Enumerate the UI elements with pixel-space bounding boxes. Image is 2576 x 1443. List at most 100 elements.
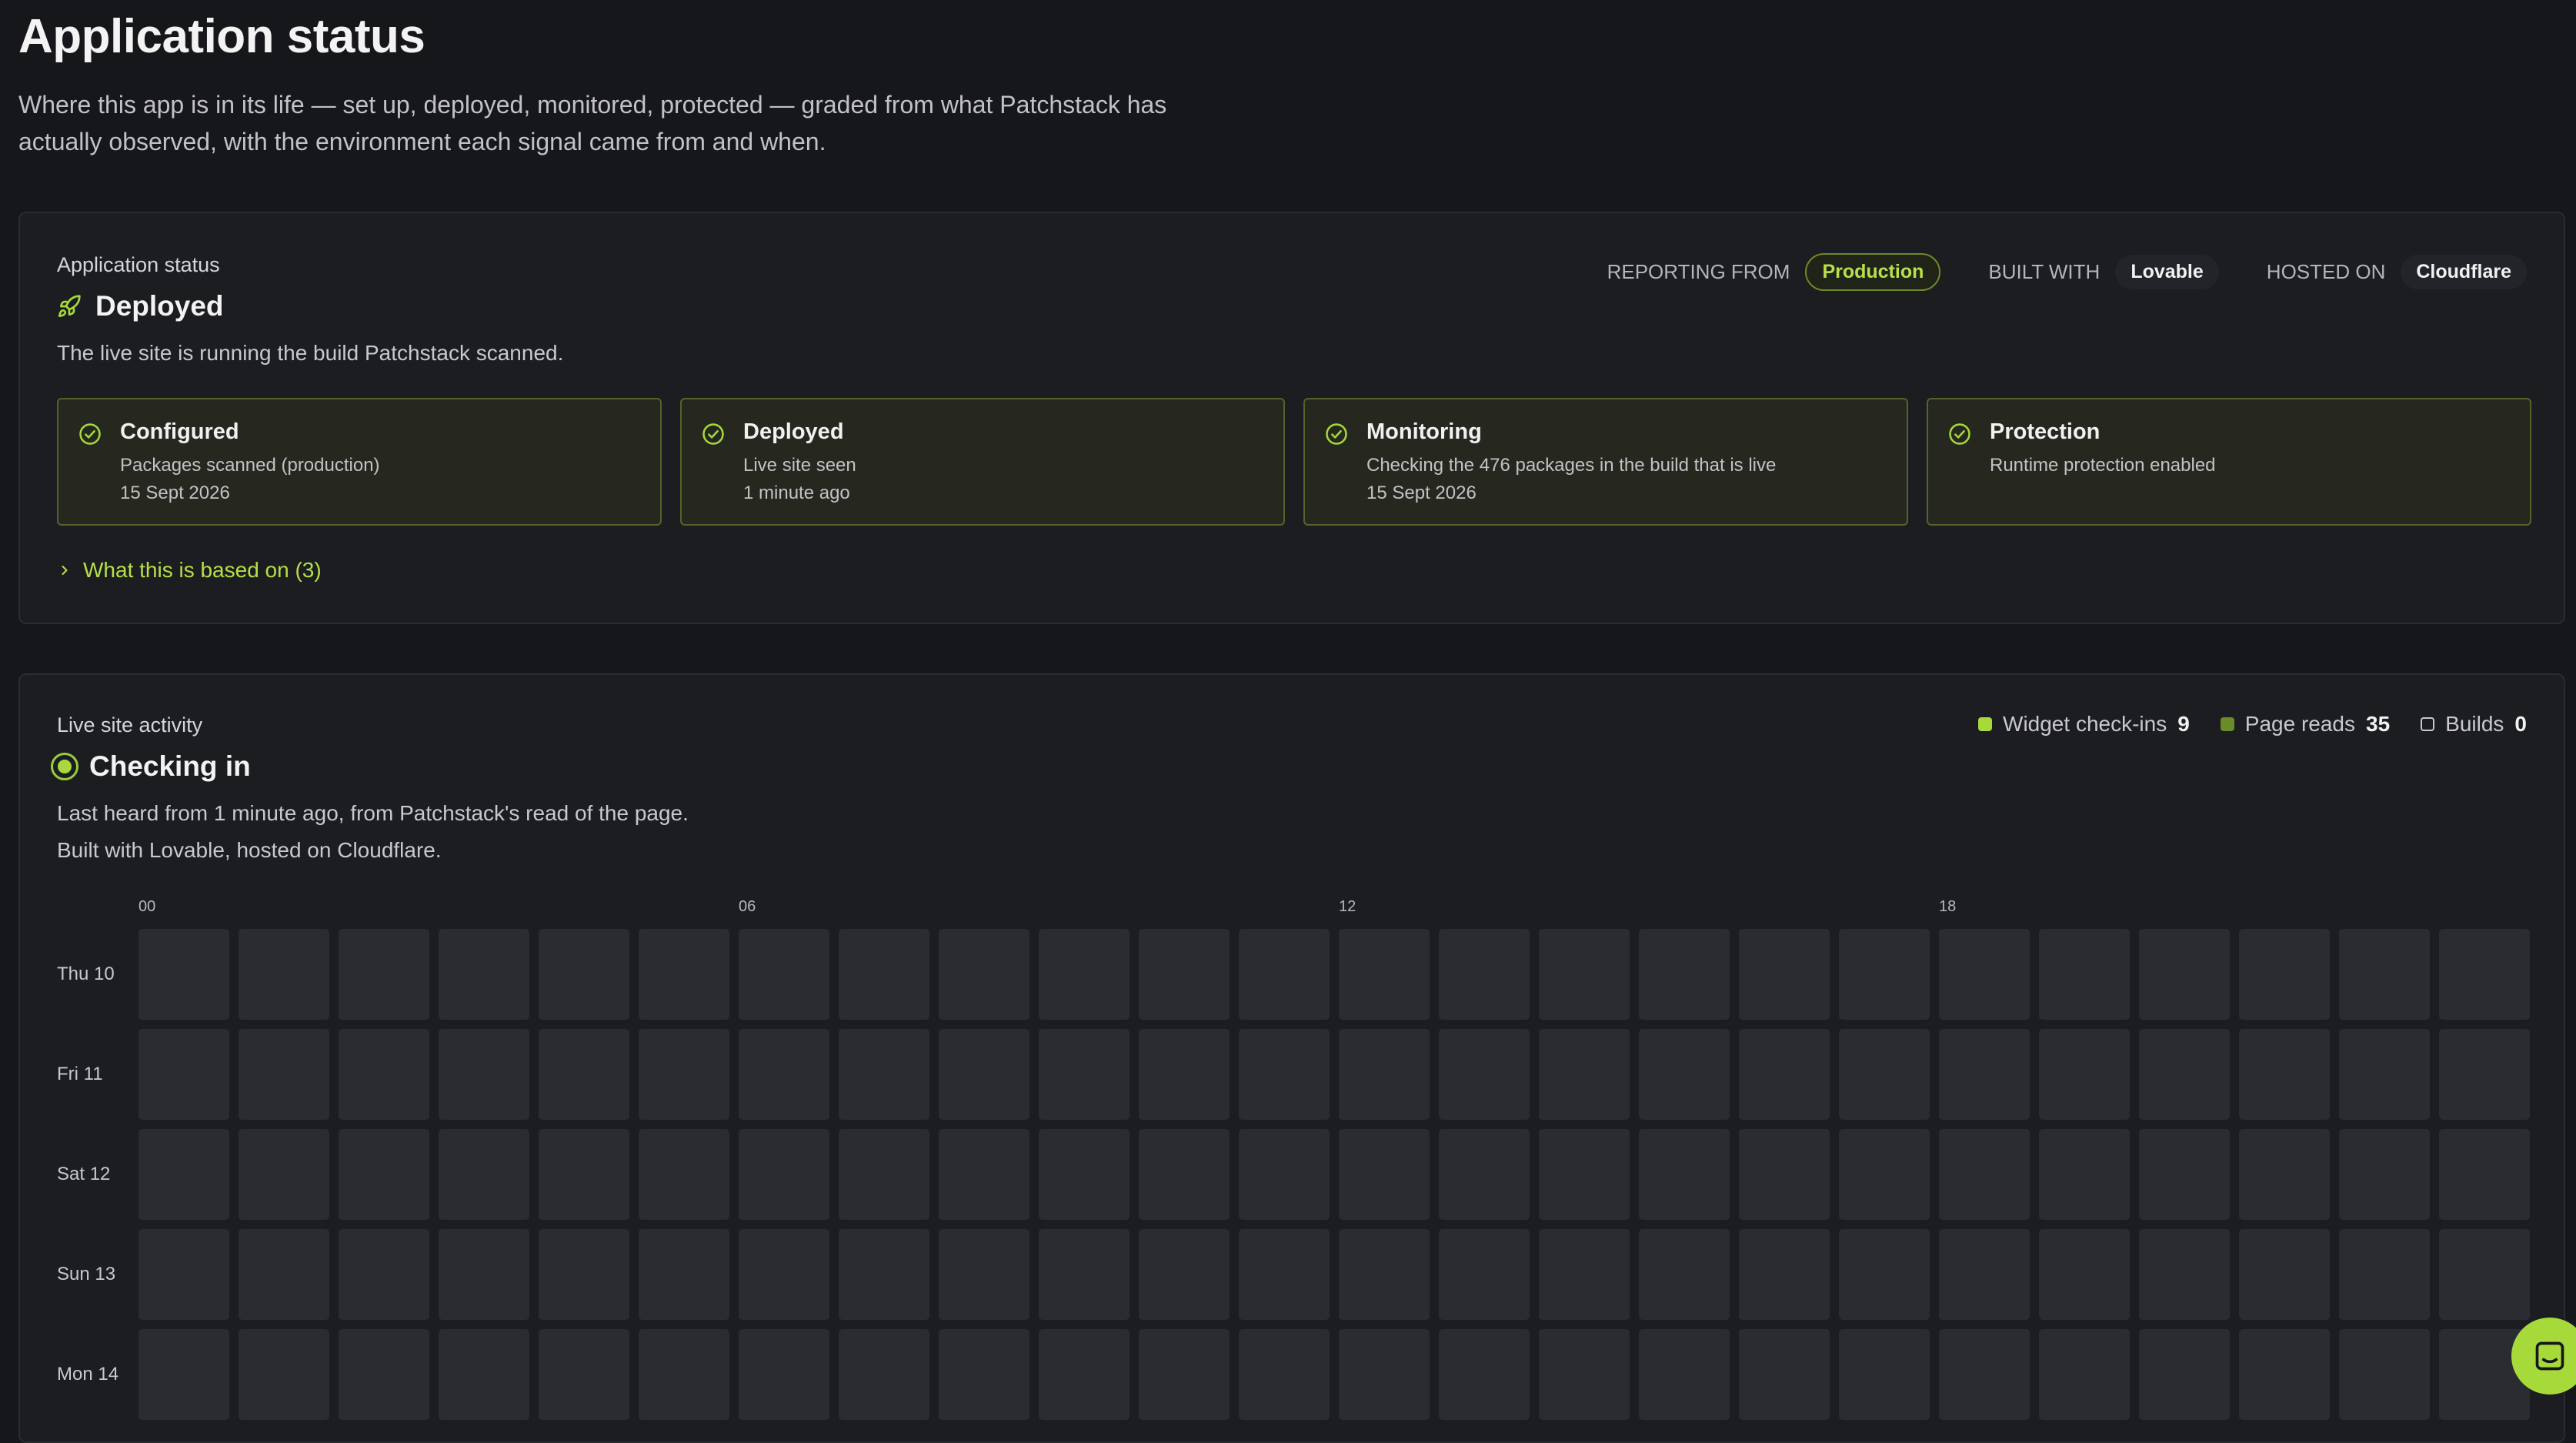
heatmap-cell[interactable] [739,929,829,1020]
heatmap-cell[interactable] [839,1129,929,1220]
heatmap-cell[interactable] [1439,1229,1530,1320]
heatmap-cell[interactable] [1939,929,2030,1020]
heatmap-cell[interactable] [1139,1129,1230,1220]
heatmap-cell[interactable] [2339,1129,2430,1220]
heatmap-cell[interactable] [939,1029,1029,1120]
heatmap-cell[interactable] [239,1229,329,1320]
heatmap-cell[interactable] [539,929,629,1020]
heatmap-cell[interactable] [239,1129,329,1220]
heatmap-cell[interactable] [239,1329,329,1420]
heatmap-cell[interactable] [1639,929,1730,1020]
heatmap-cell[interactable] [639,1229,729,1320]
heatmap-cell[interactable] [939,1129,1029,1220]
heatmap-cell[interactable] [1239,1329,1330,1420]
heatmap-cell[interactable] [1839,929,1930,1020]
heatmap-cell[interactable] [2339,1229,2430,1320]
heatmap-cell[interactable] [1339,1029,1430,1120]
heatmap-cell[interactable] [1139,1029,1230,1120]
heatmap-cell[interactable] [339,1129,429,1220]
heatmap-cell[interactable] [2339,1029,2430,1120]
heatmap-cell[interactable] [839,1329,929,1420]
heatmap-cell[interactable] [1139,1329,1230,1420]
heatmap-cell[interactable] [939,929,1029,1020]
heatmap-cell[interactable] [2139,1329,2230,1420]
heatmap-cell[interactable] [2039,1129,2130,1220]
heatmap-cell[interactable] [439,1229,529,1320]
heatmap-cell[interactable] [1839,1029,1930,1120]
heatmap-cell[interactable] [1739,1329,1830,1420]
heatmap-cell[interactable] [1739,1029,1830,1120]
heatmap-cell[interactable] [239,1029,329,1120]
heatmap-cell[interactable] [1639,1229,1730,1320]
heatmap-cell[interactable] [1339,1129,1430,1220]
heatmap-cell[interactable] [2439,1129,2530,1220]
heatmap-cell[interactable] [739,1129,829,1220]
heatmap-cell[interactable] [1039,1029,1130,1120]
heatmap-cell[interactable] [1139,929,1230,1020]
heatmap-cell[interactable] [2139,1029,2230,1120]
heatmap-cell[interactable] [1839,1329,1930,1420]
heatmap-cell[interactable] [1739,929,1830,1020]
heatmap-cell[interactable] [239,929,329,1020]
heatmap-cell[interactable] [339,1229,429,1320]
heatmap-cell[interactable] [2439,929,2530,1020]
heatmap-cell[interactable] [539,1129,629,1220]
heatmap-cell[interactable] [739,1029,829,1120]
heatmap-cell[interactable] [539,1029,629,1120]
heatmap-cell[interactable] [1239,1229,1330,1320]
heatmap-cell[interactable] [639,929,729,1020]
heatmap-cell[interactable] [339,929,429,1020]
heatmap-cell[interactable] [1839,1229,1930,1320]
heatmap-cell[interactable] [2039,1029,2130,1120]
heatmap-cell[interactable] [1339,1229,1430,1320]
heatmap-cell[interactable] [839,1229,929,1320]
heatmap-cell[interactable] [1639,1329,1730,1420]
heatmap-cell[interactable] [439,1329,529,1420]
heatmap-cell[interactable] [1939,1129,2030,1220]
heatmap-cell[interactable] [1839,1129,1930,1220]
heatmap-cell[interactable] [439,1029,529,1120]
heatmap-cell[interactable] [1139,1229,1230,1320]
heatmap-cell[interactable] [839,929,929,1020]
heatmap-cell[interactable] [1539,929,1630,1020]
heatmap-cell[interactable] [2239,929,2330,1020]
heatmap-cell[interactable] [1439,1329,1530,1420]
heatmap-cell[interactable] [2239,1029,2330,1120]
heatmap-cell[interactable] [1439,929,1530,1020]
heatmap-cell[interactable] [639,1129,729,1220]
heatmap-cell[interactable] [138,929,229,1020]
heatmap-cell[interactable] [2039,1329,2130,1420]
heatmap-cell[interactable] [2339,1329,2430,1420]
heatmap-cell[interactable] [439,1129,529,1220]
heatmap-cell[interactable] [539,1329,629,1420]
heatmap-cell[interactable] [2139,1129,2230,1220]
heatmap-cell[interactable] [1939,1229,2030,1320]
heatmap-cell[interactable] [1739,1129,1830,1220]
heatmap-cell[interactable] [1239,929,1330,1020]
heatmap-cell[interactable] [539,1229,629,1320]
heatmap-cell[interactable] [1539,1029,1630,1120]
heatmap-cell[interactable] [1239,1129,1330,1220]
heatmap-cell[interactable] [1439,1129,1530,1220]
heatmap-cell[interactable] [639,1329,729,1420]
heatmap-cell[interactable] [1239,1029,1330,1120]
heatmap-cell[interactable] [1439,1029,1530,1120]
heatmap-cell[interactable] [138,1129,229,1220]
heatmap-cell[interactable] [1039,1229,1130,1320]
what-this-is-based-on-toggle[interactable]: What this is based on (3) [57,558,322,583]
heatmap-cell[interactable] [138,1229,229,1320]
heatmap-cell[interactable] [2339,929,2430,1020]
heatmap-cell[interactable] [739,1329,829,1420]
heatmap-cell[interactable] [339,1029,429,1120]
heatmap-cell[interactable] [939,1229,1029,1320]
heatmap-cell[interactable] [1339,929,1430,1020]
heatmap-cell[interactable] [2439,1229,2530,1320]
heatmap-cell[interactable] [2439,1029,2530,1120]
heatmap-cell[interactable] [1339,1329,1430,1420]
heatmap-cell[interactable] [2239,1329,2330,1420]
heatmap-cell[interactable] [2139,1229,2230,1320]
heatmap-cell[interactable] [439,929,529,1020]
heatmap-cell[interactable] [1939,1329,2030,1420]
heatmap-cell[interactable] [1539,1129,1630,1220]
heatmap-cell[interactable] [138,1029,229,1120]
